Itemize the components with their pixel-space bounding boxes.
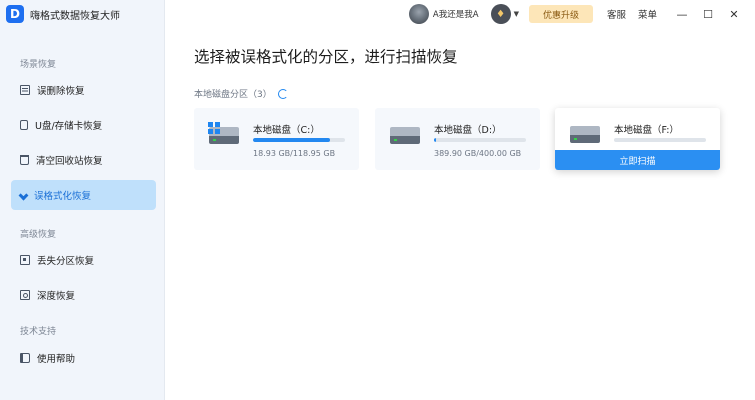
top-bar: A我还是我A ♦ ▼ 优惠升级 客服 菜单 — ☐ ✕	[165, 0, 755, 28]
disk-usage-bar	[253, 138, 345, 142]
trash-icon	[20, 155, 29, 165]
chevron-down-icon[interactable]: ▼	[514, 10, 519, 18]
refresh-icon[interactable]	[277, 88, 288, 99]
sidebar-item-recycle-bin-recovery[interactable]: 清空回收站恢复	[11, 145, 156, 175]
scan-now-button[interactable]: 立即扫描	[555, 150, 720, 170]
sidebar: D 嗨格式数据恢复大师 场景恢复 误删除恢复 U盘/存储卡恢复 清空回收站恢复 …	[0, 0, 165, 400]
vip-badge-icon[interactable]: ♦	[490, 4, 511, 24]
sidebar-item-help[interactable]: 使用帮助	[11, 343, 156, 373]
sidebar-item-label: 使用帮助	[37, 354, 76, 365]
usb-drive-icon	[20, 120, 28, 130]
disk-name: 本地磁盘（D:）	[434, 125, 502, 136]
app-title: 嗨格式数据恢复大师	[30, 10, 120, 22]
section-title-advanced: 高级恢复	[20, 230, 57, 240]
maximize-button[interactable]: ☐	[695, 8, 721, 21]
disk-usage-bar	[614, 138, 706, 142]
partition-count-label: 本地磁盘分区（3）	[194, 90, 272, 100]
app-logo-icon: D	[6, 5, 24, 23]
brush-icon	[18, 190, 29, 200]
minimize-button[interactable]: —	[669, 8, 695, 21]
disk-card-f[interactable]: 本地磁盘（F:） 立即扫描	[555, 108, 720, 170]
username[interactable]: A我还是我A	[433, 8, 479, 20]
section-title-scene: 场景恢复	[20, 60, 57, 70]
document-icon	[20, 85, 30, 95]
sidebar-item-delete-recovery[interactable]: 误删除恢复	[11, 75, 156, 105]
disk-card-c[interactable]: 本地磁盘（C:） 18.93 GB/118.95 GB	[194, 108, 359, 170]
disk-size: 18.93 GB/118.95 GB	[253, 149, 336, 158]
sidebar-item-label: 清空回收站恢复	[36, 156, 103, 167]
close-button[interactable]: ✕	[721, 8, 747, 21]
sidebar-item-label: U盘/存储卡恢复	[35, 121, 103, 132]
section-title-support: 技术支持	[20, 327, 57, 337]
help-book-icon	[20, 353, 30, 363]
sidebar-item-format-recovery[interactable]: 误格式化恢复	[11, 180, 156, 210]
app-header: D 嗨格式数据恢复大师	[6, 4, 120, 24]
upgrade-button[interactable]: 优惠升级	[528, 5, 593, 23]
deep-scan-icon	[20, 290, 30, 300]
disk-size: 389.90 GB/400.00 GB	[434, 149, 522, 158]
sidebar-item-partition-recovery[interactable]: 丢失分区恢复	[11, 245, 156, 275]
disk-name: 本地磁盘（F:）	[614, 125, 679, 136]
windows-logo-icon	[208, 122, 220, 134]
sidebar-item-deep-recovery[interactable]: 深度恢复	[11, 280, 156, 310]
hard-disk-icon	[390, 127, 420, 145]
disk-card-d[interactable]: 本地磁盘（D:） 389.90 GB/400.00 GB	[375, 108, 540, 170]
hard-disk-icon	[570, 126, 600, 144]
sidebar-item-label: 误删除恢复	[37, 86, 85, 97]
disk-usage-bar	[434, 138, 526, 142]
customer-service-link[interactable]: 客服	[607, 7, 626, 21]
sidebar-item-label: 误格式化恢复	[34, 191, 92, 202]
page-title: 选择被误格式化的分区，进行扫描恢复	[194, 48, 458, 66]
menu-link[interactable]: 菜单	[638, 7, 657, 21]
sidebar-item-label: 深度恢复	[37, 291, 76, 302]
sidebar-item-label: 丢失分区恢复	[37, 256, 95, 267]
partition-section-label: 本地磁盘分区（3）	[194, 87, 288, 100]
disk-name: 本地磁盘（C:）	[253, 125, 320, 136]
avatar[interactable]	[408, 4, 429, 24]
partition-icon	[20, 255, 30, 265]
sidebar-item-usb-recovery[interactable]: U盘/存储卡恢复	[11, 110, 156, 140]
